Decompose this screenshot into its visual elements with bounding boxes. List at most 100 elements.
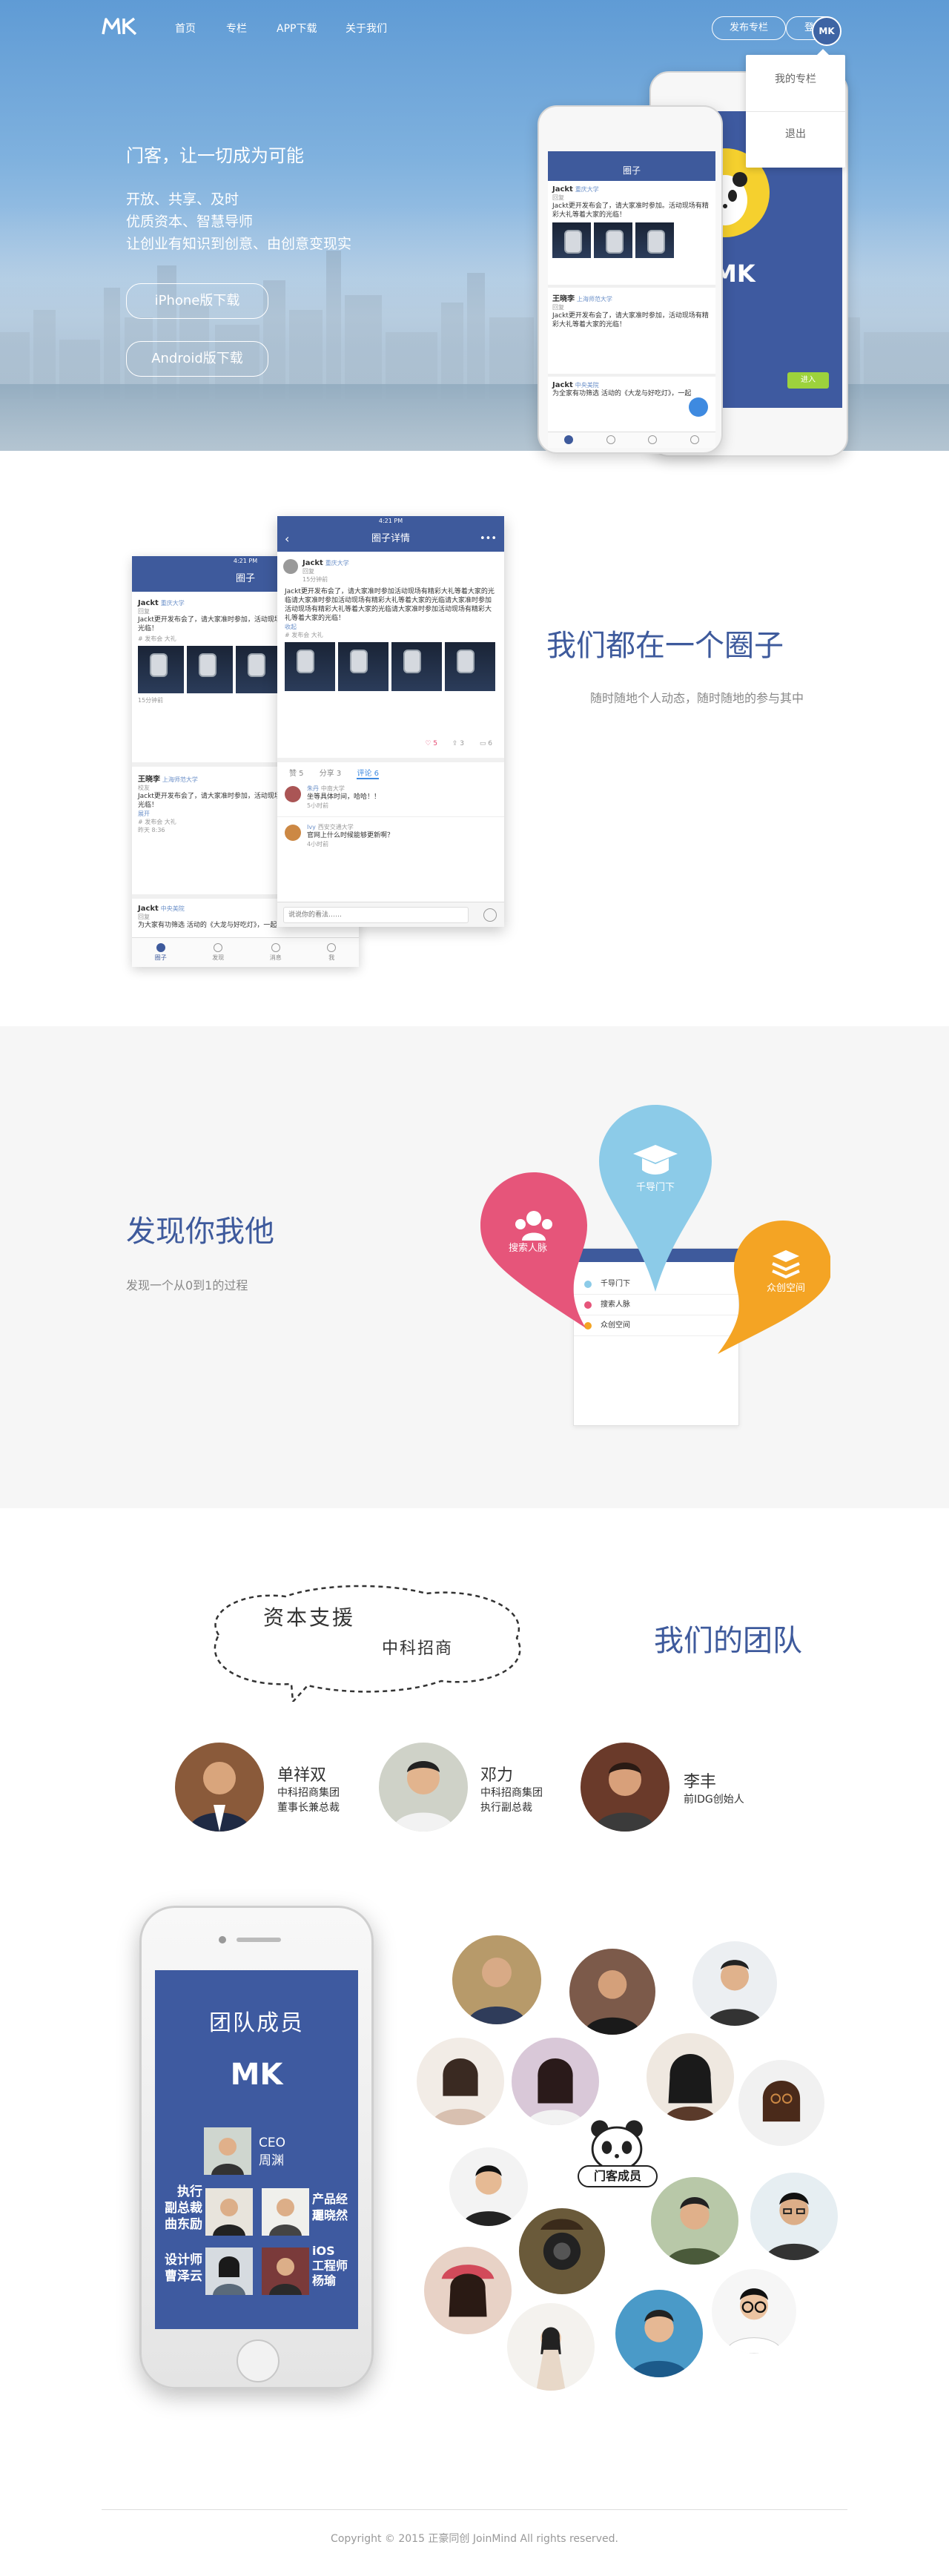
leader-photo-3 xyxy=(581,1743,669,1832)
detail-post: Jackt 重庆大学 回复 15分钟前 xyxy=(277,559,504,584)
tab-messages[interactable] xyxy=(648,435,658,446)
nav-home[interactable]: 首页 xyxy=(175,21,196,36)
watch-image[interactable] xyxy=(138,646,184,693)
comment-text: 坐等具体时间，哈哈！！ xyxy=(307,793,381,801)
comment-time: 4小时前 xyxy=(307,841,329,848)
leader-role-2: 中科招商集团 执行副总裁 xyxy=(480,1787,543,1814)
leader-name-1: 单祥双 xyxy=(277,1766,327,1785)
section-circle-subtitle: 随时随地个人动态，随时随地的参与其中 xyxy=(590,691,804,705)
post-text: 为全家有功筛选 活动的《大龙与好吃灯》，一起 xyxy=(552,390,692,397)
tab-likes[interactable]: 赞 5 xyxy=(289,770,304,778)
avatar[interactable] xyxy=(285,825,301,841)
post-school: 重庆大学 xyxy=(160,600,185,607)
ios-name: 杨瑜 xyxy=(312,2273,337,2288)
detail-post-body: Jackt更开发布会了，请大家准时参加活动现场有精彩大礼等着大家的光临请大家准时… xyxy=(277,587,504,691)
tab-shares[interactable]: 分享 3 xyxy=(320,770,342,778)
mentors-label: 千导门下 xyxy=(635,1182,675,1193)
watch-image[interactable] xyxy=(187,646,233,693)
phone-title-bar: ‹ 圈子详情 ••• xyxy=(277,526,504,552)
comment-bar xyxy=(277,902,504,927)
back-icon[interactable]: ‹ xyxy=(285,526,289,552)
tab-comments[interactable]: 评论 6 xyxy=(357,770,380,779)
hero-line-3: 让创业有知识到创意、由创意变现实 xyxy=(126,236,352,252)
hero-title: 门客，让一切成为可能 xyxy=(126,145,304,166)
watch-image[interactable] xyxy=(285,642,335,691)
designer-photo xyxy=(205,2248,253,2295)
section-discover-subtitle: 发现一个从0到1的过程 xyxy=(126,1278,248,1292)
leader-name-2: 邓力 xyxy=(480,1766,514,1785)
team-members-badge: 门客成员 xyxy=(578,2165,658,2187)
collapse-link[interactable]: 收起 xyxy=(285,623,497,631)
publish-column-button[interactable]: 发布专栏 xyxy=(712,16,786,40)
phone-tab-bar xyxy=(548,432,715,448)
compose-fab-icon[interactable] xyxy=(689,397,708,417)
tab-me[interactable]: 我 xyxy=(327,943,337,962)
share-icon[interactable]: ⇪ 3 xyxy=(452,740,464,747)
watch-image[interactable] xyxy=(338,642,388,691)
designer-name: 曹泽云 xyxy=(165,2269,202,2284)
nav-about[interactable]: 关于我们 xyxy=(345,21,387,36)
member-photo xyxy=(712,2269,796,2354)
footer-divider xyxy=(102,2509,847,2510)
watch-image[interactable] xyxy=(552,222,591,258)
post-text: Jackt更开发布会了，请大家准时参加活动现场有精彩大礼等着大家的光临请大家准时… xyxy=(285,588,495,622)
home-button xyxy=(237,2339,280,2382)
post-text: Jackt更开发布会了，请大家准时参加。活动现场有精彩大礼等着大家的光临！ xyxy=(552,202,709,219)
watch-image[interactable] xyxy=(635,222,674,258)
detail-title: 圈子详情 xyxy=(371,533,410,544)
post-school: 上海师范大学 xyxy=(162,776,198,783)
post-school: 上海师范大学 xyxy=(576,296,612,303)
avatar[interactable] xyxy=(285,786,301,802)
user-avatar[interactable]: MK xyxy=(812,16,841,46)
speech-cloud-icon xyxy=(214,1585,521,1702)
android-download-button[interactable]: Android版下载 xyxy=(126,341,268,377)
team-members-heading: 团队成员 xyxy=(209,2010,304,2036)
comment-item: 朱丹 中南大学 坐等具体时间，哈哈！！ 5小时前 xyxy=(277,785,504,817)
post-time: 15分钟前 xyxy=(302,576,328,583)
watch-image[interactable] xyxy=(445,642,495,691)
ceo-name: 周渊 xyxy=(259,2153,284,2168)
tab-me[interactable] xyxy=(690,435,699,446)
mentors-pin-icon[interactable] xyxy=(593,1102,718,1295)
menu-my-columns[interactable]: 我的专栏 xyxy=(746,71,845,86)
avatar[interactable] xyxy=(283,559,298,574)
watch-image[interactable] xyxy=(594,222,632,258)
watch-image[interactable] xyxy=(391,642,442,691)
member-photo xyxy=(512,2038,599,2125)
comment-time: 5小时前 xyxy=(307,802,329,809)
like-icon[interactable]: ♡ 5 xyxy=(425,740,437,747)
comment-input[interactable] xyxy=(283,907,469,923)
enter-button[interactable]: 进入 xyxy=(787,372,829,389)
vp-title-2: 副总裁 xyxy=(165,2201,202,2216)
menu-logout[interactable]: 退出 xyxy=(746,126,845,141)
comment-icon[interactable]: ▭ 6 xyxy=(480,740,492,747)
tab-discover[interactable]: 发现 xyxy=(212,943,224,962)
phone-camera xyxy=(219,1936,226,1943)
iphone-download-button[interactable]: iPhone版下载 xyxy=(126,283,268,319)
feed-post: 王晓李 上海师范大学 回复 Jackt更开发布会了，请大家准时参加，活动现场有精… xyxy=(548,285,715,329)
post-user-name: Jackt xyxy=(552,381,573,389)
emoji-icon[interactable] xyxy=(483,908,497,922)
comment-item: Ivy 西安交通大学 官网上什么时候能够更新啊？ 4小时前 xyxy=(277,823,504,856)
mk-logo[interactable] xyxy=(102,16,139,36)
status-time: 4:21 PM xyxy=(378,518,403,524)
nav-columns[interactable]: 专栏 xyxy=(226,21,247,36)
tab-messages[interactable]: 消息 xyxy=(270,943,282,962)
watch-image[interactable] xyxy=(236,646,282,693)
tab-circle[interactable]: 圈子 xyxy=(155,943,167,962)
comment-school: 西安交通大学 xyxy=(317,824,354,830)
more-icon[interactable]: ••• xyxy=(480,526,497,552)
leader-photo-2 xyxy=(379,1743,468,1832)
member-photo xyxy=(647,2033,734,2121)
nav-app-download[interactable]: APP下载 xyxy=(277,21,317,36)
tab-discover[interactable] xyxy=(606,435,615,446)
user-dropdown-menu: 我的专栏 退出 xyxy=(746,49,845,168)
status-bar: 4:21 PM xyxy=(277,516,504,526)
comment-user-name: Ivy xyxy=(307,824,316,830)
section-team-title: 我们的团队 xyxy=(654,1624,802,1658)
post-user-name: Jackt xyxy=(138,599,159,607)
member-photo xyxy=(424,2247,512,2334)
ios-title-1: iOS xyxy=(312,2244,335,2258)
tab-circle[interactable] xyxy=(564,435,574,446)
cloud-text-company: 中科招商 xyxy=(382,1639,454,1658)
